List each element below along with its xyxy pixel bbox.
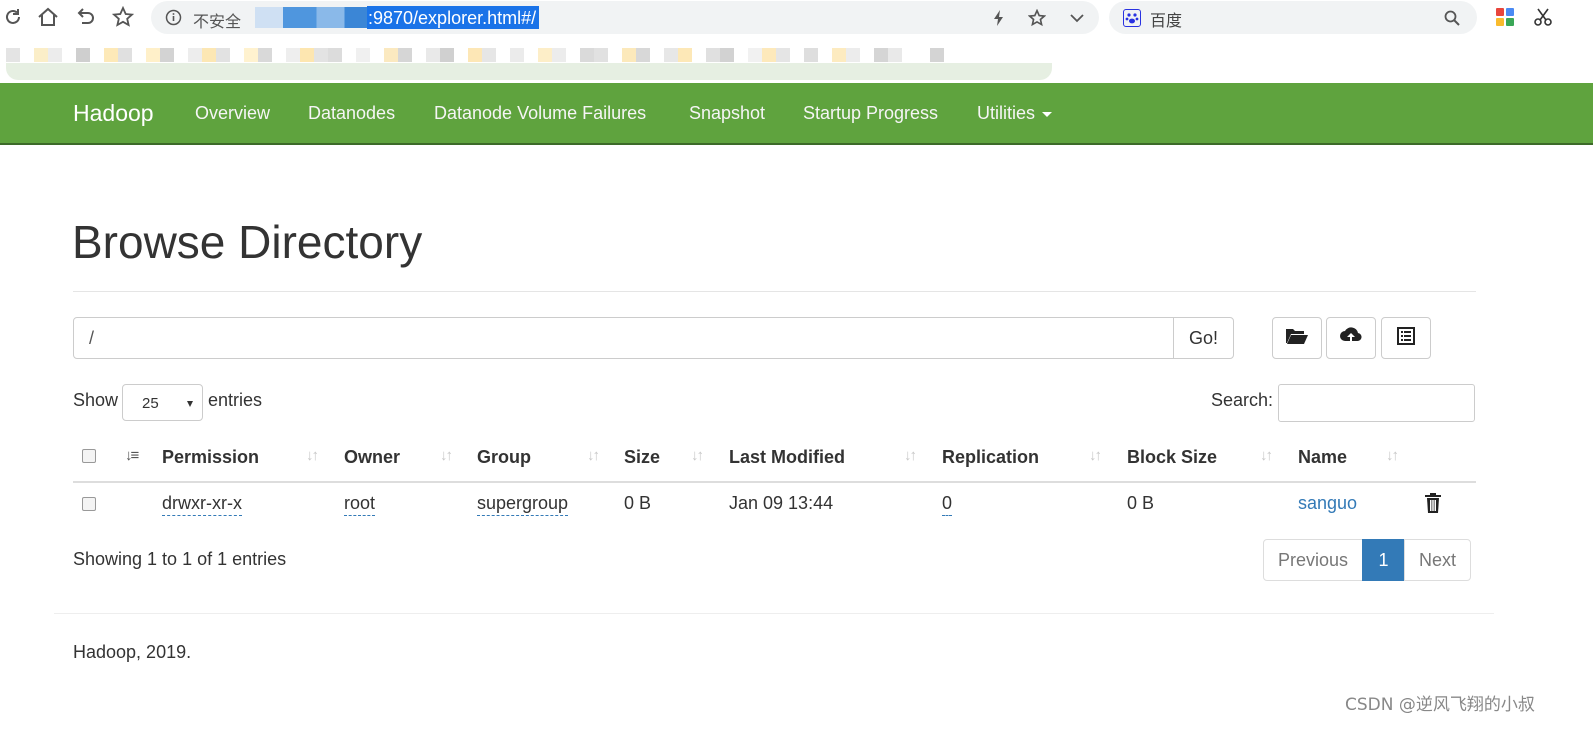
- sort-icon[interactable]: ↓↑: [904, 447, 917, 464]
- browser-chrome: 不安全 :9870/explorer.html#/ 百度: [0, 0, 1593, 83]
- search-label: Search:: [1211, 390, 1274, 410]
- nav-startup-progress[interactable]: Startup Progress: [803, 103, 938, 124]
- go-button[interactable]: Go!: [1173, 317, 1234, 359]
- directory-path-input[interactable]: [73, 317, 1174, 359]
- folder-open-icon: [1285, 326, 1309, 351]
- pagination: Previous 1 Next: [1263, 539, 1472, 581]
- watermark: CSDN @逆风飞翔的小叔: [1345, 695, 1535, 715]
- select-arrow-icon: [187, 401, 193, 407]
- nav-datanode-volume-failures[interactable]: Datanode Volume Failures: [434, 103, 646, 124]
- sort-ascending-icon[interactable]: ↓≡: [125, 447, 139, 464]
- upload-files-button[interactable]: [1326, 317, 1376, 359]
- search-icon[interactable]: [1443, 9, 1461, 27]
- sort-icon[interactable]: ↓↑: [587, 447, 600, 464]
- cell-block-size: 0 B: [1127, 493, 1155, 513]
- select-all-checkbox[interactable]: [82, 449, 96, 463]
- sort-icon[interactable]: ↓↑: [691, 447, 704, 464]
- address-bar[interactable]: 不安全 :9870/explorer.html#/: [151, 1, 1099, 34]
- divider: [73, 291, 1476, 292]
- apps-grid-icon[interactable]: [1496, 8, 1514, 26]
- cloud-upload-icon: [1339, 325, 1363, 352]
- column-header-name[interactable]: Name: [1298, 447, 1347, 468]
- table-search-input[interactable]: [1278, 384, 1475, 422]
- caret-down-icon: [1042, 111, 1053, 117]
- create-directory-button[interactable]: [1272, 317, 1322, 359]
- trash-icon[interactable]: [1424, 492, 1442, 514]
- column-header-owner[interactable]: Owner: [344, 447, 400, 468]
- nav-utilities-label: Utilities: [977, 103, 1036, 123]
- cut-paste-button[interactable]: [1381, 317, 1431, 359]
- next-page-button[interactable]: Next: [1404, 539, 1472, 581]
- column-header-replication[interactable]: Replication: [942, 447, 1039, 468]
- column-header-permission[interactable]: Permission: [162, 447, 259, 468]
- bookmark-star-icon[interactable]: [111, 5, 135, 29]
- info-icon[interactable]: [165, 9, 182, 26]
- chevron-down-icon[interactable]: [1068, 9, 1086, 27]
- nav-snapshot[interactable]: Snapshot: [689, 103, 765, 124]
- cell-replication[interactable]: 0: [942, 493, 953, 516]
- favorite-star-icon[interactable]: [1027, 8, 1047, 27]
- navbar-brand[interactable]: Hadoop: [73, 100, 154, 127]
- footer-divider: [54, 613, 1494, 614]
- cell-group[interactable]: supergroup: [477, 493, 569, 516]
- cell-name-link[interactable]: sanguo: [1298, 493, 1357, 514]
- list-alt-icon: [1396, 326, 1416, 351]
- row-checkbox[interactable]: [82, 497, 96, 511]
- entries-label: entries: [208, 390, 263, 410]
- reload-icon[interactable]: [1, 5, 25, 29]
- show-label: Show: [73, 390, 119, 410]
- nav-overview[interactable]: Overview: [195, 103, 270, 124]
- page-title: Browse Directory: [72, 216, 423, 268]
- column-header-last-modified[interactable]: Last Modified: [729, 447, 845, 468]
- column-header-size[interactable]: Size: [624, 447, 660, 468]
- cell-owner[interactable]: root: [344, 493, 376, 516]
- undo-icon[interactable]: [74, 5, 98, 29]
- hadoop-navbar: Hadoop Overview Datanodes Datanode Volum…: [0, 83, 1593, 145]
- sort-icon[interactable]: ↓↑: [1386, 447, 1399, 464]
- column-header-group[interactable]: Group: [477, 447, 531, 468]
- page-1-button[interactable]: 1: [1362, 539, 1406, 581]
- sort-icon[interactable]: ↓↑: [440, 447, 453, 464]
- lightning-icon[interactable]: [990, 9, 1008, 27]
- browser-search-box[interactable]: 百度: [1109, 1, 1477, 34]
- table-header-rule: [73, 481, 1476, 483]
- cell-size: 0 B: [624, 493, 652, 513]
- cell-permission[interactable]: drwxr-xr-x: [162, 493, 242, 516]
- security-label: 不安全: [193, 12, 242, 31]
- sort-icon[interactable]: ↓↑: [306, 447, 319, 464]
- entries-per-page-value: 25: [142, 395, 159, 412]
- scissors-icon[interactable]: [1533, 7, 1553, 27]
- footer-text: Hadoop, 2019.: [73, 642, 192, 662]
- column-header-block-size[interactable]: Block Size: [1127, 447, 1217, 468]
- table-info: Showing 1 to 1 of 1 entries: [73, 549, 287, 569]
- sort-icon[interactable]: ↓↑: [1089, 447, 1102, 464]
- entries-per-page-select[interactable]: 25: [122, 384, 203, 421]
- cell-last-modified: Jan 09 13:44: [729, 493, 834, 513]
- search-engine-label: 百度: [1150, 11, 1183, 30]
- redacted-host: [255, 7, 367, 28]
- nav-datanodes[interactable]: Datanodes: [308, 103, 395, 124]
- previous-page-button[interactable]: Previous: [1263, 539, 1364, 581]
- bookmarks-bar-redacted: [6, 38, 1052, 80]
- home-icon[interactable]: [36, 5, 60, 29]
- baidu-icon: [1123, 9, 1141, 27]
- sort-icon[interactable]: ↓↑: [1260, 447, 1273, 464]
- url-text[interactable]: :9870/explorer.html#/: [367, 6, 540, 29]
- nav-utilities-dropdown[interactable]: Utilities: [977, 103, 1053, 124]
